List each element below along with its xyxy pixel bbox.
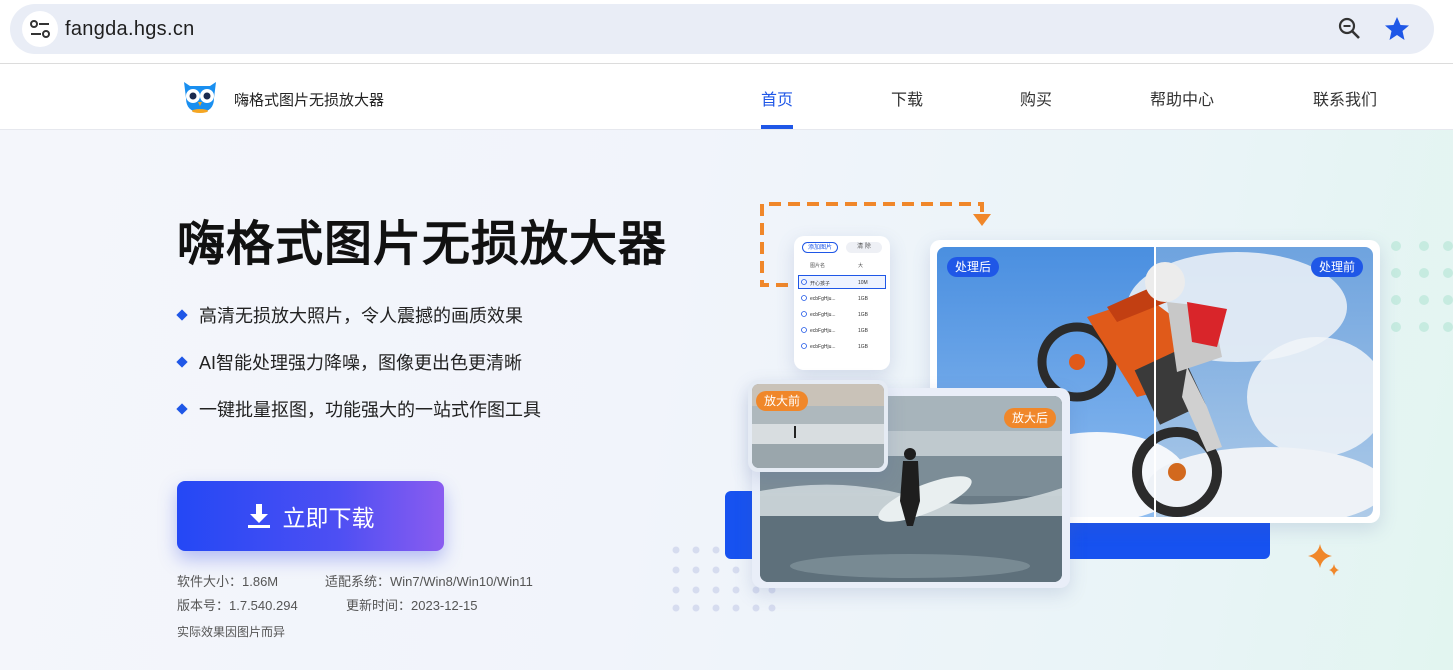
site-name[interactable]: 嗨格式图片无损放大器: [234, 89, 384, 110]
active-nav-indicator: [761, 125, 793, 129]
after-process-tag: 处理后: [947, 257, 1000, 277]
bullet-icon: [176, 356, 188, 368]
owl-icon: [184, 82, 216, 113]
bullet-icon: [176, 309, 188, 321]
version-number: 版本号：1.7.540.294: [177, 598, 298, 613]
url-text[interactable]: fangda.hgs.cn: [65, 18, 195, 41]
feature-item: AI智能处理强力降噪，图像更出色更清晰: [176, 349, 523, 375]
update-time: 更新时间：2023-12-15: [346, 598, 478, 613]
nav-help[interactable]: 帮助中心: [1150, 86, 1214, 130]
download-label: 立即下载: [282, 505, 375, 531]
sparkle-icon: [1308, 544, 1339, 576]
feature-text: 高清无损放大照片，令人震撼的画质效果: [199, 306, 523, 326]
mini-app-window: 添加图片 清 除 图片名 大 开心孩子 10M ecbFgHju... 1GB …: [794, 236, 890, 370]
site-settings-button[interactable]: [22, 11, 58, 47]
software-size: 软件大小：1.86M: [177, 574, 279, 589]
mini-check-icons: [801, 279, 807, 349]
download-icon: [247, 504, 270, 528]
after-zoom-tag: 放大后: [1003, 408, 1056, 428]
feature-text: AI智能处理强力降噪，图像更出色更清晰: [199, 353, 523, 373]
address-bar[interactable]: fangda.hgs.cn: [10, 4, 1434, 54]
dot-pattern-right: [1391, 241, 1453, 332]
zoom-button[interactable]: [1336, 15, 1364, 43]
bullet-icon: [176, 403, 188, 415]
surf-original-panel: 放大前: [748, 380, 888, 472]
feature-item: 高清无损放大照片，令人震撼的画质效果: [176, 302, 523, 328]
nav-contact[interactable]: 联系我们: [1313, 86, 1377, 130]
disclaimer-note: 实际效果因图片而异: [177, 625, 286, 639]
zoom-out-icon: [1338, 17, 1360, 39]
before-process-tag: 处理前: [1310, 257, 1363, 277]
owl-logo[interactable]: [180, 76, 220, 114]
supported-systems: 适配系统：Win7/Win8/Win10/Win11: [325, 574, 533, 589]
bookmark-button[interactable]: [1382, 14, 1412, 44]
nav-download[interactable]: 下载: [891, 86, 923, 130]
feature-item: 一键批量抠图，功能强大的一站式作图工具: [176, 396, 541, 422]
star-icon: [1385, 17, 1409, 40]
nav-buy[interactable]: 购买: [1020, 86, 1052, 130]
before-zoom-tag: 放大前: [756, 391, 809, 411]
download-now-button[interactable]: 立即下载: [177, 481, 444, 551]
tune-icon: [30, 20, 50, 38]
browser-toolbar: fangda.hgs.cn: [0, 0, 1453, 64]
nav-home[interactable]: 首页: [761, 86, 793, 130]
site-header: 嗨格式图片无损放大器 首页 下载 购买 帮助中心 联系我们: [0, 64, 1453, 130]
hero-title: 嗨格式图片无损放大器: [177, 218, 668, 271]
feature-text: 一键批量抠图，功能强大的一站式作图工具: [199, 400, 541, 420]
